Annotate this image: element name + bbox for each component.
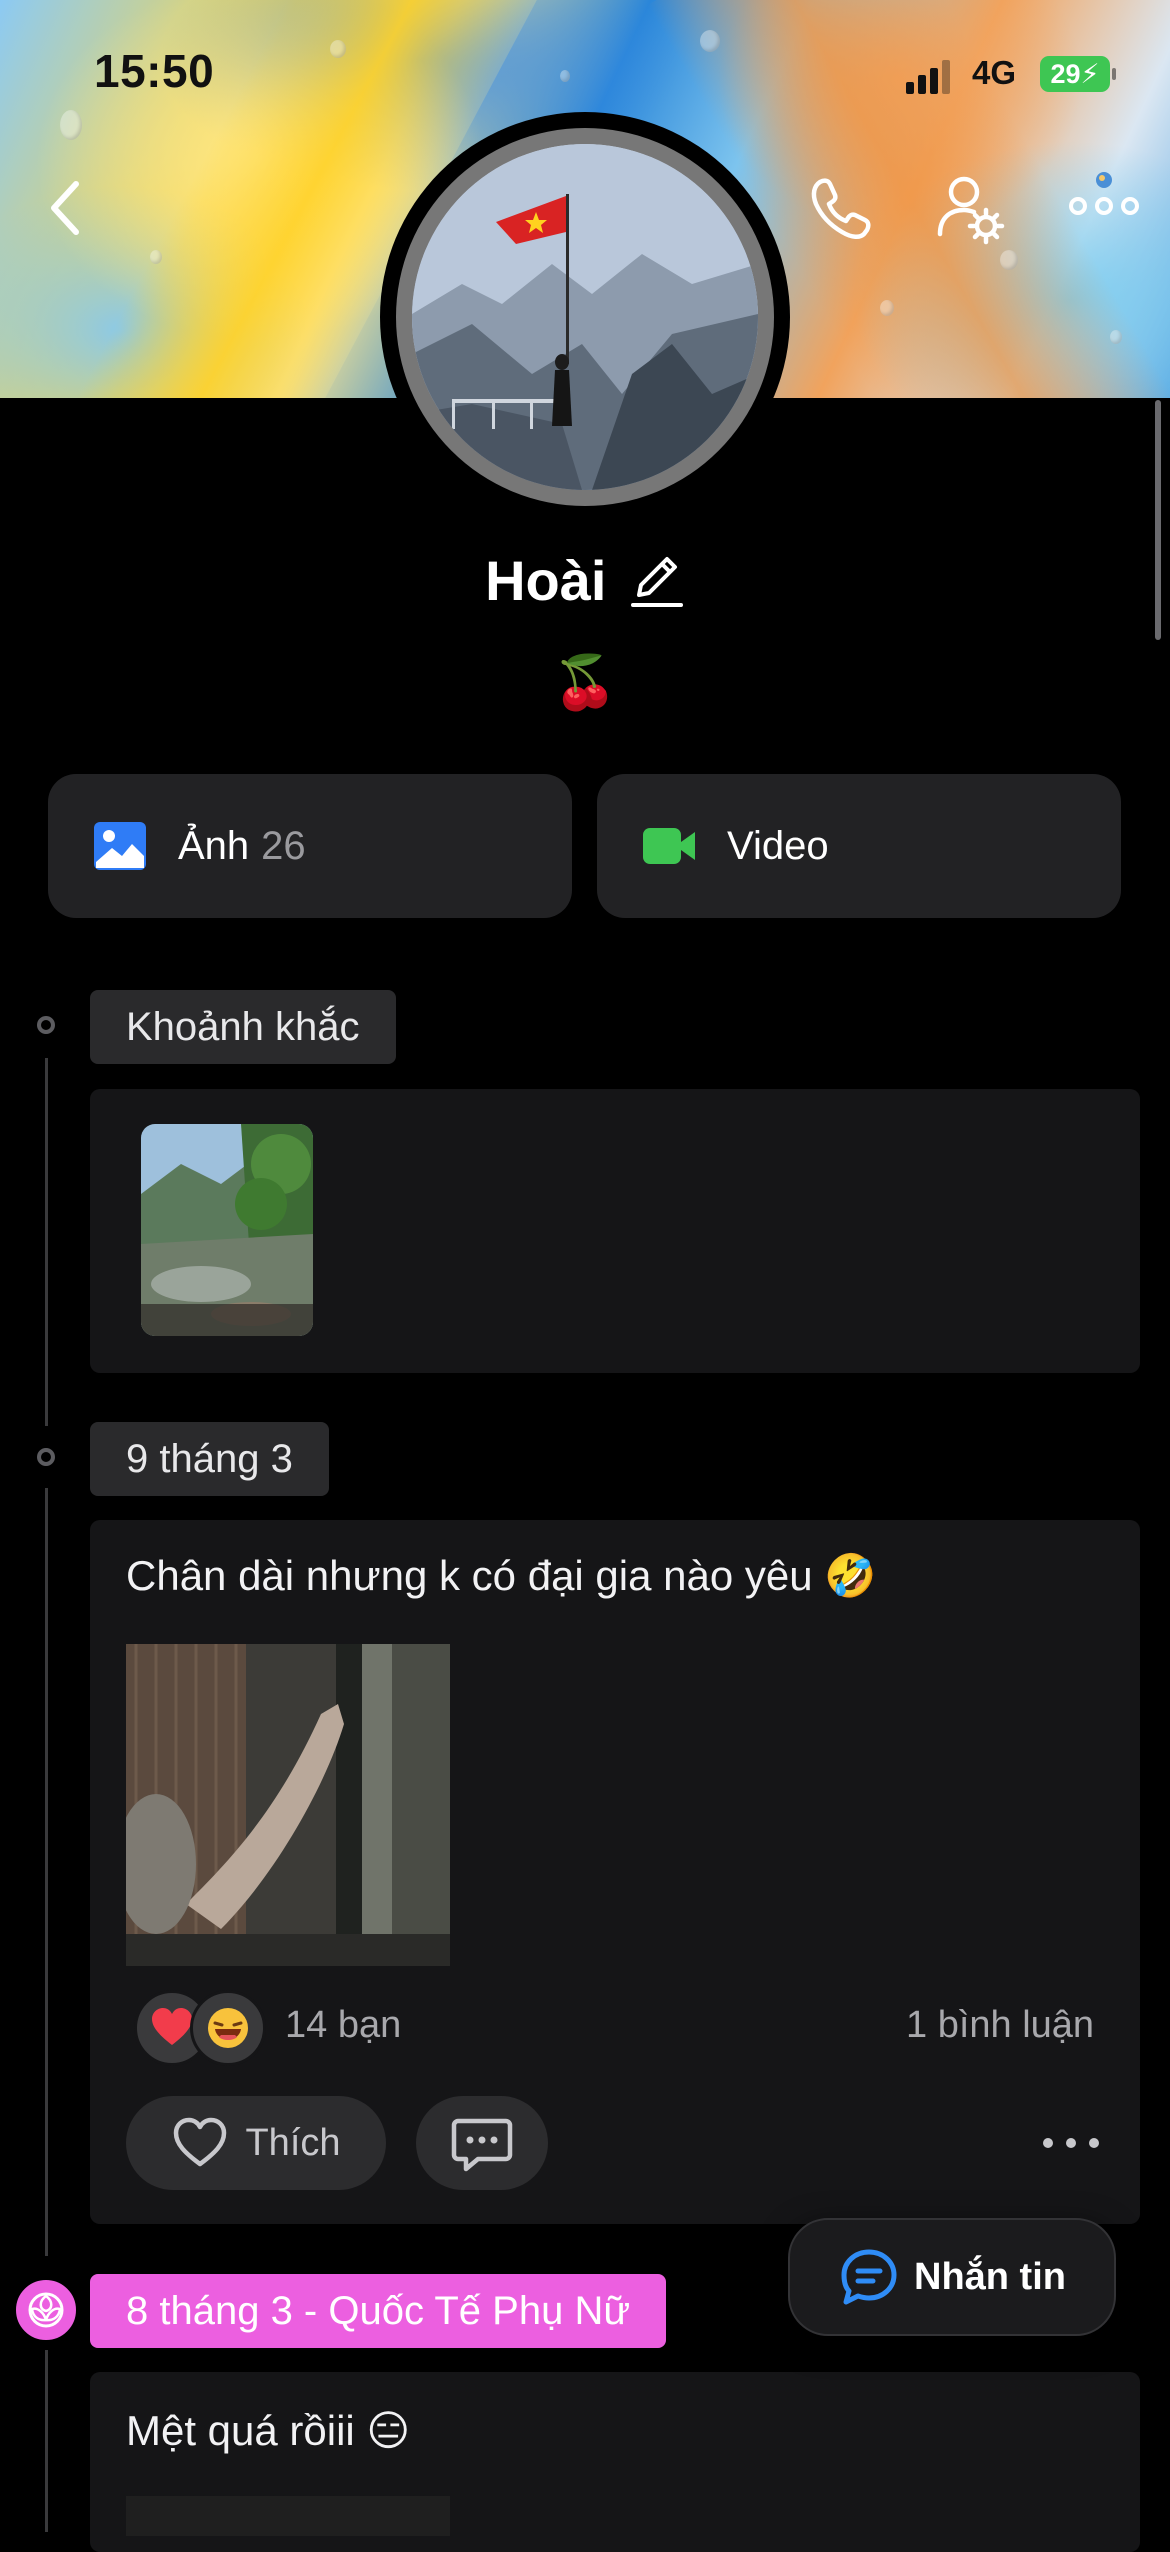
photos-button[interactable]: Ảnh 26 [48, 774, 572, 918]
edit-name-button[interactable] [629, 551, 685, 611]
holiday-date-tag: 8 tháng 3 - Quốc Tế Phụ Nữ [90, 2274, 667, 2348]
message-button[interactable]: Nhắn tin [788, 2218, 1116, 2336]
videos-button[interactable]: Video [597, 774, 1121, 918]
post-text: Mệt quá rồiii 😑 [126, 2407, 411, 2454]
comment-button[interactable] [416, 2096, 548, 2190]
back-button[interactable] [28, 168, 108, 248]
moment-thumbnail[interactable] [141, 1124, 313, 1336]
moments-tag: Khoảnh khắc [90, 990, 396, 1064]
comments-count[interactable]: 1 bình luận [906, 2004, 1094, 2047]
network-type: 4G [972, 54, 1017, 91]
timeline-dot [37, 1016, 55, 1034]
more-icon [1069, 172, 1139, 215]
chevron-left-icon [51, 181, 79, 235]
user-gear-icon [937, 176, 1005, 245]
profile-name-row: Hoài [0, 548, 1170, 613]
water-drop [560, 70, 570, 82]
water-drop [880, 300, 894, 316]
laugh-reaction-icon [190, 1990, 266, 2066]
heart-outline-icon [174, 2117, 227, 2167]
video-camera-icon [643, 828, 695, 864]
like-label: Thích [245, 2121, 341, 2164]
more-options-button[interactable] [1064, 168, 1144, 248]
likes-count[interactable]: 14 bạn [285, 2004, 401, 2047]
videos-label: Video [727, 823, 829, 868]
call-button[interactable] [800, 168, 880, 248]
scrollbar[interactable] [1155, 400, 1161, 640]
status-time: 15:50 [94, 45, 215, 97]
chat-bubble-icon [841, 2249, 897, 2305]
post-image [126, 1644, 450, 1966]
water-drop [330, 40, 346, 58]
post-text: Chân dài nhưng k có đại gia nào yêu 🤣 [126, 1552, 877, 1599]
post-photo[interactable] [126, 2496, 450, 2536]
timeline-dot [37, 1448, 55, 1466]
post-photo[interactable] [126, 1644, 450, 1966]
heart-icon [152, 2008, 192, 2045]
timeline-line [45, 1058, 48, 1426]
comment-icon [451, 2118, 513, 2172]
moment-photo [141, 1124, 313, 1336]
photos-label: Ảnh [178, 823, 250, 868]
post-date-tag: 9 tháng 3 [90, 1422, 329, 1496]
pencil-icon [630, 556, 683, 607]
battery-icon: 29⚡ [1040, 56, 1110, 92]
profile-name: Hoài [485, 549, 607, 612]
message-label: Nhắn tin [914, 2255, 1066, 2298]
laughing-face-icon [208, 2008, 248, 2048]
timeline-line [45, 1488, 48, 2256]
avatar-photo [412, 144, 758, 490]
post-more-icon[interactable] [1036, 2120, 1106, 2166]
water-drop [150, 250, 162, 264]
phone-icon [811, 178, 871, 239]
battery-nub [1112, 68, 1116, 80]
rose-icon [28, 2292, 64, 2328]
like-button[interactable]: Thích [126, 2096, 386, 2190]
signal-icon [906, 60, 950, 94]
holiday-badge [12, 2276, 80, 2344]
image-icon [94, 822, 146, 870]
profile-bio: 🍒 [552, 654, 618, 712]
water-drop [700, 30, 720, 52]
battery-level: 29 [1050, 59, 1081, 89]
water-drop [1000, 250, 1018, 270]
avatar[interactable] [412, 144, 758, 490]
reactions[interactable] [134, 1990, 274, 2070]
water-drop [60, 110, 82, 140]
water-drop [1110, 330, 1122, 344]
profile-settings-button[interactable] [930, 168, 1010, 248]
photos-count: 26 [261, 823, 306, 868]
timeline-line [45, 2350, 48, 2532]
